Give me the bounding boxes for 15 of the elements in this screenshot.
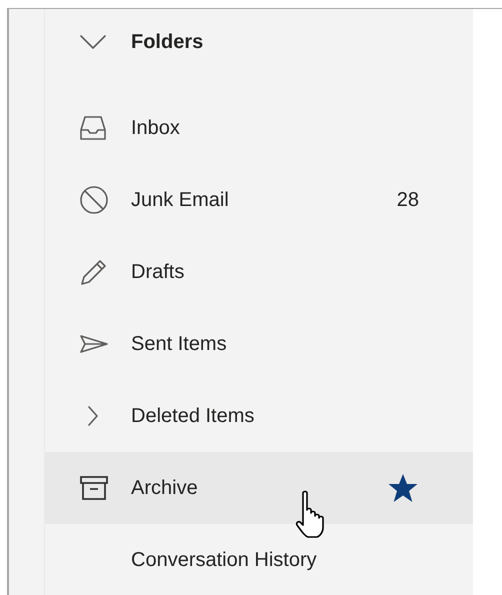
folder-item[interactable]: Drafts — [45, 236, 473, 308]
expand-chevron-icon[interactable] — [87, 405, 99, 427]
inbox-tray-icon — [79, 115, 107, 141]
unread-count: 28 — [396, 188, 419, 213]
send-icon — [79, 334, 109, 354]
folder-item[interactable]: Deleted Items — [45, 380, 473, 452]
archive-box-icon — [79, 475, 109, 501]
folder-item[interactable]: Inbox — [45, 92, 473, 164]
blocked-icon — [79, 185, 109, 215]
folder-item[interactable]: Junk Email 28 — [45, 164, 473, 236]
collapse-chevron-icon[interactable] — [79, 34, 107, 50]
folder-item[interactable]: Conversation History — [45, 524, 473, 595]
folders-heading[interactable]: Folders — [131, 27, 204, 57]
folder-item[interactable]: Sent Items — [45, 308, 473, 380]
favorite-star-icon[interactable] — [387, 473, 419, 503]
